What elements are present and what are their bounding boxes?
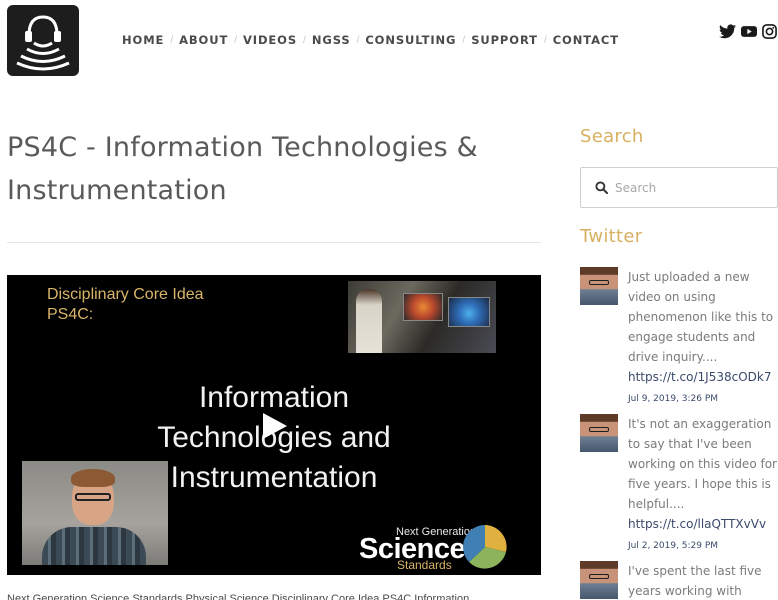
ngss-logo-standards: Standards	[397, 558, 452, 572]
tweet-link[interactable]: https://t.co/llaQTTXvVv	[628, 514, 778, 534]
tweet-link[interactable]: https://t.co/1J538cODk7	[628, 367, 778, 387]
twitter-icon[interactable]	[719, 24, 736, 44]
video-player[interactable]: Disciplinary Core Idea PS4C: Information…	[7, 275, 541, 575]
presenter-shirt	[42, 527, 146, 565]
headphones-soundwave-logo-icon	[16, 15, 70, 71]
nav-separator: /	[303, 34, 306, 46]
nav-separator: /	[170, 34, 174, 46]
presenter-thumbnail	[22, 461, 168, 565]
video-lab-photo	[348, 281, 496, 353]
avatar-glasses	[589, 427, 609, 432]
tweet-date[interactable]: Jul 2, 2019, 5:29 PM	[628, 538, 778, 554]
search-box[interactable]	[580, 167, 778, 208]
main-navigation: HOME / ABOUT / VIDEOS / NGSS / CONSULTIN…	[122, 33, 619, 47]
tweet-body: It's not an exaggeration to say that I'v…	[628, 414, 778, 554]
avatar-glasses	[589, 574, 609, 579]
presenter-glasses	[75, 493, 111, 501]
nav-home[interactable]: HOME	[122, 33, 164, 47]
avatar-glasses	[589, 280, 609, 285]
tweet-text: Just uploaded a new video on using pheno…	[628, 270, 774, 364]
nav-consulting[interactable]: CONSULTING	[365, 33, 456, 47]
video-caption: Next Generation Science Standards Physic…	[7, 594, 470, 600]
tweet-body: I've spent the last five years working w…	[628, 561, 778, 600]
nav-videos[interactable]: VIDEOS	[243, 33, 297, 47]
tweet-text: It's not an exaggeration to say that I'v…	[628, 417, 777, 511]
tweet-date[interactable]: Jul 9, 2019, 3:26 PM	[628, 391, 778, 407]
lab-person-figure	[356, 289, 382, 353]
nav-support[interactable]: SUPPORT	[471, 33, 538, 47]
nav-separator: /	[356, 34, 360, 46]
page-title: PS4C - Information Technologies & Instru…	[7, 132, 478, 206]
search-input[interactable]	[615, 176, 770, 200]
tweet-body: Just uploaded a new video on using pheno…	[628, 267, 778, 407]
play-icon[interactable]	[261, 411, 289, 441]
presenter-hair	[71, 469, 115, 487]
tweet-text: I've spent the last five years working w…	[628, 564, 762, 598]
tweet-avatar[interactable]	[580, 267, 618, 305]
brain-scan-screen	[403, 293, 443, 321]
search-widget-title: Search	[580, 126, 644, 147]
nav-separator: /	[234, 34, 237, 46]
tweet-avatar[interactable]	[580, 414, 618, 452]
nav-separator: /	[462, 34, 466, 46]
twitter-widget-title: Twitter	[580, 226, 643, 247]
globe-screen	[448, 297, 490, 327]
tweet-avatar[interactable]	[580, 561, 618, 599]
nav-contact[interactable]: CONTACT	[553, 33, 619, 47]
nav-separator: /	[543, 34, 547, 46]
youtube-icon[interactable]	[741, 24, 757, 44]
site-logo[interactable]	[7, 5, 79, 76]
title-divider	[7, 242, 541, 243]
nav-about[interactable]: ABOUT	[179, 33, 228, 47]
ngss-pie-logo-icon	[463, 525, 507, 569]
search-icon[interactable]	[595, 181, 608, 194]
nav-ngss[interactable]: NGSS	[312, 33, 351, 47]
instagram-icon[interactable]	[762, 24, 777, 44]
video-kicker: Disciplinary Core Idea PS4C:	[47, 286, 204, 323]
